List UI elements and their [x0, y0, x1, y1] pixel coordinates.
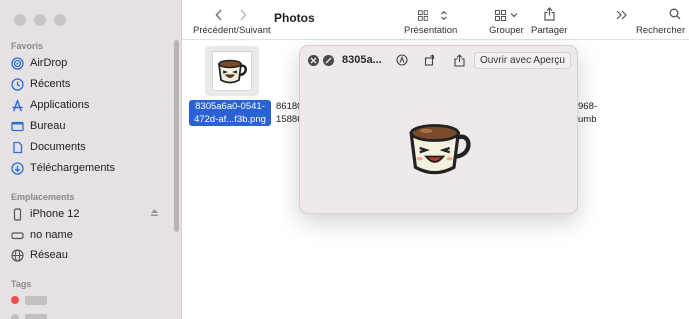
sidebar-item-label: iPhone 12	[30, 208, 80, 220]
nav-label: Précédent/Suivant	[193, 25, 271, 36]
forward-button[interactable]	[236, 8, 250, 22]
close-icon	[310, 57, 317, 64]
group-button[interactable]	[493, 8, 519, 22]
double-chevron-right-icon	[616, 10, 627, 20]
file-thumbnail-selected[interactable]	[205, 46, 259, 96]
sidebar-item-applications[interactable]: Applications	[11, 96, 171, 114]
share-button[interactable]	[542, 6, 556, 22]
markup-button[interactable]	[395, 53, 409, 67]
share-icon	[543, 7, 555, 21]
globe-icon	[11, 248, 24, 262]
disk-icon	[11, 229, 24, 242]
sidebar-scrollbar[interactable]	[174, 40, 179, 232]
sidebar-item-label: Documents	[30, 141, 86, 153]
red-tag-icon	[11, 296, 19, 304]
file-name-line: 968-	[578, 101, 598, 112]
iphone-icon	[11, 207, 24, 221]
close-window-button[interactable]	[14, 14, 26, 26]
file-name-line: 8305a6a0-0541-	[195, 101, 265, 112]
share-label: Partager	[531, 25, 568, 36]
selected-file-name[interactable]: 8305a6a0-0541- 472d-af...f3b.png	[189, 100, 271, 126]
sidebar-item-label: AirDrop	[30, 57, 68, 69]
window-controls	[14, 14, 66, 26]
tags-section-title: Tags	[11, 279, 32, 289]
search-label: Rechercher	[636, 25, 686, 36]
group-grid-icon	[494, 9, 506, 21]
markup-icon	[396, 54, 408, 66]
sidebar-item-label: Réseau	[30, 249, 68, 261]
file-name-partial-right[interactable]: 968- umb	[578, 100, 597, 126]
rotate-icon	[424, 54, 435, 66]
quicklook-share-button[interactable]	[452, 53, 466, 67]
sidebar-item-documents[interactable]: Documents	[11, 138, 171, 156]
more-toolbar-button[interactable]	[614, 8, 628, 22]
sidebar-item-bureau[interactable]: Bureau	[11, 117, 171, 135]
grid-view-icon	[418, 9, 429, 21]
sidebar-item-label: Applications	[30, 99, 90, 111]
sidebar-item-network[interactable]: Réseau	[11, 246, 171, 264]
quicklook-titlebar: 8305a... Ouvrir avec Aperçu	[300, 46, 577, 74]
quicklook-fullscreen-button[interactable]	[323, 55, 334, 66]
chevron-left-icon	[215, 9, 222, 21]
back-button[interactable]	[212, 8, 226, 22]
sidebar-item-downloads[interactable]: Téléchargements	[11, 159, 171, 177]
clock-icon	[11, 77, 24, 91]
sidebar-item-label: no name	[30, 229, 73, 241]
tag-label-redacted	[25, 295, 47, 305]
thumbnail-image	[212, 51, 252, 91]
document-icon	[11, 141, 24, 154]
updown-chevron-icon	[441, 10, 447, 20]
download-icon	[11, 161, 24, 175]
file-name-line: 472d-af...f3b.png	[194, 114, 266, 125]
quicklook-preview-image	[403, 118, 475, 181]
search-icon	[669, 8, 681, 20]
chevron-down-icon	[510, 13, 517, 18]
sidebar-item-recents[interactable]: Récents	[11, 75, 171, 93]
file-name-line: umb	[578, 114, 597, 125]
group-label: Grouper	[489, 25, 524, 36]
coffee-cup-icon	[218, 59, 247, 84]
sidebar-item-airdrop[interactable]: AirDrop	[11, 54, 171, 72]
locations-section-title: Emplacements	[11, 192, 75, 202]
sidebar-item-label: Bureau	[30, 120, 66, 132]
chevron-right-icon	[240, 9, 247, 21]
search-button[interactable]	[668, 7, 682, 21]
view-button[interactable]	[418, 8, 448, 22]
eject-icon[interactable]	[150, 208, 159, 217]
sidebar-item-label: Récents	[30, 78, 71, 90]
airdrop-icon	[11, 56, 24, 70]
coffee-cup-icon	[409, 124, 471, 175]
sidebar: Favoris AirDrop Récents Applications Bur…	[0, 0, 182, 319]
open-with-preview-button[interactable]: Ouvrir avec Aperçu	[473, 52, 571, 69]
quicklook-close-button[interactable]	[308, 55, 319, 66]
sidebar-item-label: Téléchargements	[30, 162, 115, 174]
window-title: Photos	[274, 11, 315, 25]
rotate-button[interactable]	[423, 53, 437, 67]
sidebar-tag-red[interactable]	[11, 291, 171, 309]
applications-icon	[11, 99, 24, 112]
zoom-window-button[interactable]	[54, 14, 66, 26]
toolbar: Précédent/Suivant Photos Présentation Gr…	[182, 0, 689, 40]
view-label: Présentation	[404, 25, 458, 36]
sidebar-item-no-name[interactable]: no name	[11, 226, 171, 244]
share-icon	[453, 53, 465, 67]
quicklook-title: 8305a...	[342, 54, 382, 66]
sidebar-item-iphone[interactable]: iPhone 12	[11, 205, 171, 223]
fullscreen-icon	[325, 57, 332, 64]
quicklook-window: 8305a... Ouvrir avec Aperçu	[299, 45, 578, 214]
sidebar-tag-second[interactable]	[11, 309, 171, 319]
tag-label-redacted	[25, 313, 47, 319]
desktop-icon	[11, 120, 24, 133]
favorites-section-title: Favoris	[11, 41, 44, 51]
minimize-window-button[interactable]	[34, 14, 46, 26]
tag-color-icon	[11, 314, 19, 319]
